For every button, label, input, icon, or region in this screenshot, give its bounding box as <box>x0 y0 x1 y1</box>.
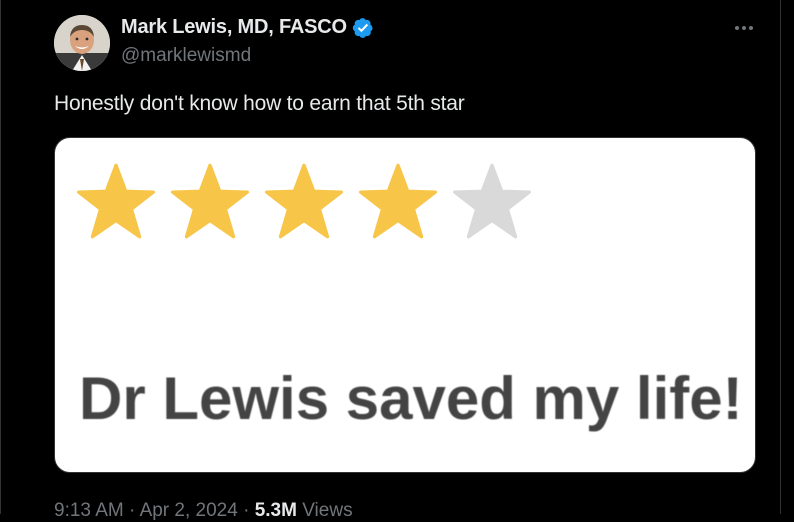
views-count[interactable]: 5.3M <box>255 500 297 521</box>
star-filled-icon <box>265 163 343 239</box>
avatar-image <box>54 15 110 71</box>
star-filled-icon <box>359 163 437 239</box>
tweet-text: Honestly don't know how to earn that 5th… <box>54 92 465 115</box>
tweet-media-image[interactable]: Dr Lewis saved my life! <box>54 137 756 473</box>
verified-badge-icon[interactable] <box>352 17 374 39</box>
tweet-metadata: 9:13 AM · Apr 2, 2024 · 5.3M Views <box>54 500 353 522</box>
tweet-date[interactable]: Apr 2, 2024 <box>140 500 238 521</box>
star-filled-icon <box>77 163 155 239</box>
views-label: Views <box>296 500 353 521</box>
meta-separator: · <box>237 500 255 521</box>
review-text: Dr Lewis saved my life! <box>79 365 743 432</box>
avatar[interactable] <box>54 15 110 71</box>
more-options-button[interactable] <box>730 14 758 42</box>
column-border-right <box>780 0 781 514</box>
author-name-row: Mark Lewis, MD, FASCO <box>121 16 374 39</box>
more-horizontal-icon <box>735 26 753 30</box>
author-handle[interactable]: @marklewismd <box>121 45 251 67</box>
star-empty-icon <box>453 163 531 239</box>
meta-separator: · <box>123 500 140 521</box>
star-rating <box>75 162 533 240</box>
author-display-name[interactable]: Mark Lewis, MD, FASCO <box>121 16 347 39</box>
star-filled-icon <box>171 163 249 239</box>
tweet: Mark Lewis, MD, FASCO @marklewismd Hones… <box>0 0 780 521</box>
tweet-time[interactable]: 9:13 AM <box>54 500 124 521</box>
